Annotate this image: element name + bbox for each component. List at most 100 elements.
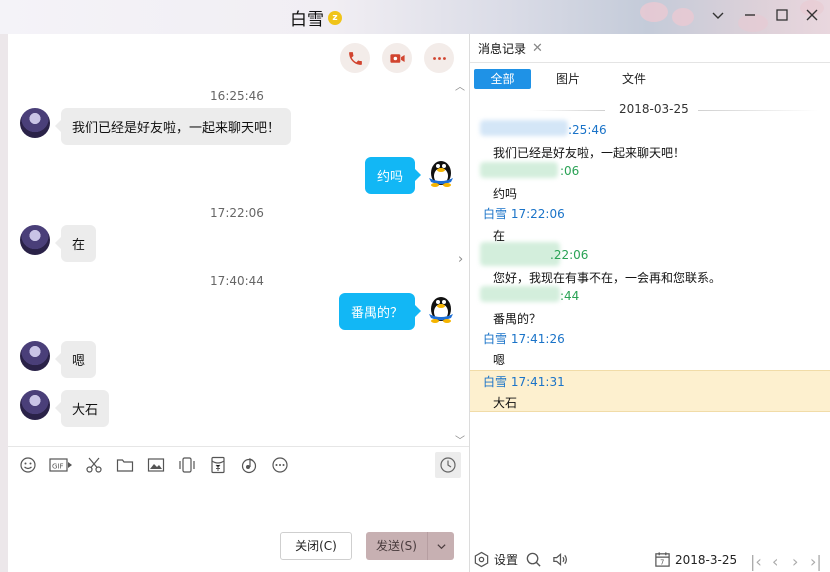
avatar[interactable] xyxy=(20,108,50,138)
expand-panel-arrow[interactable]: › xyxy=(458,252,463,267)
svg-text:7: 7 xyxy=(660,559,664,567)
history-entry-header: 白雪 17:41:26 xyxy=(483,332,565,346)
history-entry-header: .22:06 xyxy=(550,248,589,262)
video-call-button[interactable] xyxy=(382,43,412,73)
next-page-button[interactable]: › xyxy=(792,552,798,571)
history-pane: 消息记录 ✕ 全部 图片 文件 2018-03-25 :25:46 我们已经是好… xyxy=(470,34,830,572)
send-options-button[interactable] xyxy=(428,532,454,560)
blurred-name xyxy=(480,242,560,266)
settings-button[interactable]: 设置 xyxy=(473,551,518,568)
video-icon xyxy=(389,53,405,63)
history-date: 2018-03-25 xyxy=(619,102,689,116)
filter-files[interactable]: 文件 xyxy=(622,69,646,89)
date-separator: 2018-03-25 xyxy=(470,102,830,118)
image-icon xyxy=(147,458,165,472)
message-bubble-incoming: 大石 xyxy=(54,390,110,427)
prev-page-button[interactable]: ‹ xyxy=(772,552,778,571)
blossom-decoration xyxy=(640,2,668,22)
message-timestamp: 17:22:06 xyxy=(210,206,264,220)
tab-message-history[interactable]: 消息记录 ✕ xyxy=(478,40,543,57)
selected-date: 2018-3-25 xyxy=(675,552,738,567)
close-window-button[interactable] xyxy=(799,4,825,26)
status-badge: z xyxy=(328,10,342,25)
history-entry-text: 我们已经是好友啦，一起来聊天吧！ xyxy=(493,146,686,160)
message-bubble-incoming: 我们已经是好友啦，一起来聊天吧！ xyxy=(54,108,292,145)
history-tab-bar: 消息记录 ✕ xyxy=(470,34,830,63)
tab-label: 消息记录 xyxy=(478,42,527,56)
maximize-icon xyxy=(776,9,788,21)
message-history-button[interactable] xyxy=(435,452,461,478)
folder-icon xyxy=(116,459,134,472)
filter-all[interactable]: 全部 xyxy=(474,69,531,89)
minimize-button[interactable] xyxy=(737,4,763,26)
send-button[interactable]: 发送(S) xyxy=(366,532,454,560)
history-entry-text: 约吗 xyxy=(493,187,518,201)
voice-button[interactable] xyxy=(552,551,569,568)
more-icon xyxy=(432,56,446,60)
voice-call-button[interactable] xyxy=(340,43,370,73)
history-entry-header: 白雪 17:41:31 xyxy=(483,375,565,389)
clock-icon xyxy=(440,457,456,473)
history-entry-text: 您好，我现在有事不在，一会再和您联系。 xyxy=(493,271,722,285)
avatar[interactable] xyxy=(20,225,50,255)
close-button[interactable]: 关闭(C) xyxy=(280,532,352,560)
first-page-button[interactable]: |‹ xyxy=(750,552,762,571)
red-packet-button[interactable] xyxy=(208,456,228,474)
qq-penguin-avatar[interactable] xyxy=(425,292,457,324)
blossom-decoration xyxy=(672,8,694,26)
history-entry-header: :25:46 xyxy=(568,123,607,137)
send-file-button[interactable] xyxy=(115,456,135,474)
gif-button[interactable]: GIF xyxy=(49,456,73,474)
chevron-down-icon xyxy=(436,543,446,549)
scroll-down-arrow[interactable]: ﹀ xyxy=(455,432,465,447)
scroll-up-arrow[interactable]: ︿ xyxy=(455,78,465,93)
dropdown-button[interactable] xyxy=(705,4,731,26)
phone-icon xyxy=(348,51,362,65)
more-actions-button[interactable] xyxy=(424,43,454,73)
close-tab-icon[interactable]: ✕ xyxy=(532,41,543,56)
speaker-icon xyxy=(553,552,568,567)
left-edge-strip xyxy=(0,34,8,572)
blurred-name xyxy=(480,162,558,178)
blurred-name xyxy=(480,286,560,302)
separator-line xyxy=(530,110,605,111)
more-icon xyxy=(272,457,288,473)
message-timestamp: 16:25:46 xyxy=(210,89,264,103)
qq-penguin-avatar[interactable] xyxy=(425,156,457,188)
music-button[interactable] xyxy=(239,456,259,474)
hexagon-settings-icon xyxy=(474,551,489,568)
date-picker[interactable]: 7 2018-3-25 xyxy=(654,551,737,568)
filter-images[interactable]: 图片 xyxy=(556,69,580,89)
last-page-button[interactable]: ›| xyxy=(810,552,822,571)
history-entry-header: :06 xyxy=(560,164,580,178)
history-entry-text: 在 xyxy=(493,229,506,243)
minimize-icon xyxy=(745,14,755,16)
red-packet-icon xyxy=(211,456,225,474)
history-footer: 设置 7 2018-3-25 |‹ ‹ › ›| xyxy=(470,549,830,572)
title-bar: 白雪 z xyxy=(0,0,830,34)
send-image-button[interactable] xyxy=(146,456,166,474)
settings-label: 设置 xyxy=(494,553,519,567)
message-bubble-incoming: 嗯 xyxy=(54,341,97,378)
message-bubble-incoming: 在 xyxy=(54,225,97,262)
history-entry-header: 白雪 17:22:06 xyxy=(483,207,565,221)
search-button[interactable] xyxy=(525,551,542,568)
emoji-button[interactable] xyxy=(18,456,38,474)
send-button-label[interactable]: 发送(S) xyxy=(366,532,428,560)
message-timestamp: 17:40:44 xyxy=(210,274,264,288)
avatar[interactable] xyxy=(20,341,50,371)
blurred-name xyxy=(480,120,568,136)
scissors-icon xyxy=(86,457,102,473)
svg-text:GIF: GIF xyxy=(52,463,64,471)
message-bubble-outgoing: 番禺的？ xyxy=(339,293,422,330)
more-tools-button[interactable] xyxy=(270,456,290,474)
message-bubble-outgoing: 约吗 xyxy=(365,157,422,194)
chat-pane: ︿ 16:25:46 我们已经是好友啦，一起来聊天吧！ 约吗 17:22:06 … xyxy=(0,34,469,572)
history-entry-text: 大石 xyxy=(493,396,518,410)
avatar[interactable] xyxy=(20,390,50,420)
screenshot-button[interactable] xyxy=(84,456,104,474)
shake-button[interactable] xyxy=(177,456,197,474)
maximize-button[interactable] xyxy=(769,4,795,26)
history-entry-header: :44 xyxy=(560,289,580,303)
gif-icon: GIF xyxy=(49,458,72,472)
